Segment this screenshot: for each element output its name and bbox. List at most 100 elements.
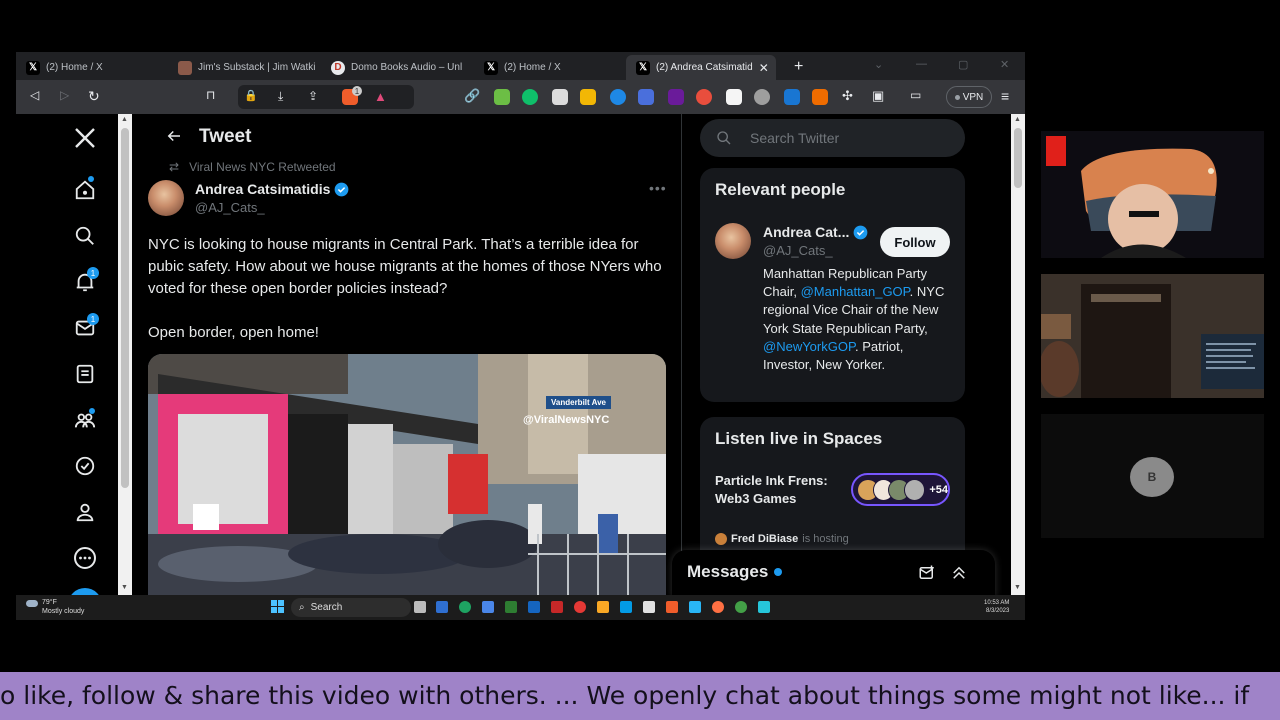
address-bar[interactable]: 🔒 ⤓ ⇪ 1 ▲ — [238, 85, 414, 109]
search-icon[interactable] — [71, 222, 99, 250]
messages-drawer[interactable]: Messages — [672, 550, 995, 595]
scroll-up-arrow[interactable]: ▲ — [1014, 116, 1021, 123]
windows-start-icon[interactable] — [271, 600, 284, 613]
extension-7-icon[interactable] — [668, 89, 684, 105]
extension-12-icon[interactable] — [812, 89, 828, 105]
extension-8-icon[interactable] — [696, 89, 712, 105]
reload-icon[interactable]: ↻ — [88, 88, 100, 105]
new-message-icon[interactable] — [918, 564, 936, 587]
author-name: Andrea Catsimatidis — [195, 181, 331, 197]
compose-tweet-button[interactable] — [68, 588, 102, 595]
brave-rewards-icon[interactable]: ▲ — [374, 89, 387, 104]
right-scrollbar[interactable]: ▲ ▼ — [1011, 114, 1025, 595]
app-icon[interactable] — [712, 601, 724, 613]
file-explorer-icon[interactable] — [597, 601, 609, 613]
store-icon[interactable] — [482, 601, 494, 613]
communities-icon[interactable] — [71, 406, 99, 434]
tab-home-x-2[interactable]: 𝕏 (2) Home / X — [474, 55, 624, 80]
messages-envelope-icon[interactable]: 1 — [71, 313, 99, 342]
app-icon[interactable] — [643, 601, 655, 613]
system-clock[interactable]: 10:53 AM 8/3/2023 — [984, 599, 1009, 615]
author-avatar[interactable] — [148, 180, 184, 216]
retweet-context[interactable]: ⇄ Viral News NYC Retweeted — [169, 160, 336, 174]
right-scroll-thumb[interactable] — [1014, 128, 1022, 188]
bio-link-manhattan-gop[interactable]: @Manhattan_GOP — [801, 284, 910, 299]
app-icon[interactable] — [758, 601, 770, 613]
x-logo-icon[interactable] — [71, 124, 99, 152]
relevant-name-row[interactable]: Andrea Cat... — [763, 224, 868, 240]
verified-icon[interactable] — [71, 452, 99, 480]
app-icon[interactable] — [574, 601, 586, 613]
link-extension-icon[interactable]: 🔗 — [464, 88, 480, 104]
scroll-down-arrow[interactable]: ▼ — [1014, 584, 1021, 591]
app-icon[interactable] — [528, 601, 540, 613]
tweet-more-icon[interactable]: ••• — [649, 180, 667, 196]
new-tab-icon[interactable]: + — [794, 58, 803, 76]
sidebar-toggle-icon[interactable]: ▣ — [872, 88, 884, 104]
menu-icon[interactable]: ≡ — [1001, 88, 1009, 104]
close-window-icon[interactable]: ✕ — [1000, 58, 1009, 71]
app-icon[interactable] — [505, 601, 517, 613]
extension-4-icon[interactable] — [580, 89, 596, 105]
notifications-bell-icon[interactable]: 1 — [71, 267, 99, 296]
browser-window: 𝕏 (2) Home / X Jim's Substack | Jim Watk… — [16, 52, 1025, 620]
tab-substack[interactable]: Jim's Substack | Jim Watki — [168, 55, 318, 80]
extension-10-icon[interactable] — [754, 89, 770, 105]
author-name-row[interactable]: Andrea Catsimatidis — [195, 181, 349, 197]
browser-toolbar: ◁ ▷ ↻ ⊓ 🔒 ⤓ ⇪ 1 ▲ 🔗 ✣ ▣ ▭ VPN ≡ — [16, 80, 1025, 114]
tab-andrea-catsimatidis[interactable]: 𝕏 (2) Andrea Catsimatid ✕ — [626, 55, 776, 80]
extension-6-icon[interactable] — [638, 89, 654, 105]
app-icon[interactable] — [735, 601, 747, 613]
back-arrow-icon[interactable] — [165, 127, 183, 150]
vpn-button[interactable]: VPN — [946, 86, 992, 108]
relevant-handle[interactable]: @AJ_Cats_ — [763, 243, 833, 258]
bookmark-icon[interactable]: ⊓ — [206, 88, 215, 102]
space-name[interactable]: Particle Ink Frens: Web3 Games — [715, 472, 840, 508]
clock-time: 10:53 AM — [984, 600, 1010, 606]
app-icon[interactable] — [689, 601, 701, 613]
tab-domo-books[interactable]: D Domo Books Audio – Unl — [321, 55, 471, 80]
app-icon[interactable] — [551, 601, 563, 613]
weather-widget[interactable]: 79°F Mostly cloudy — [26, 598, 84, 616]
windows-taskbar: 79°F Mostly cloudy ⌕ Search 10:53 AM 8/3… — [16, 595, 1025, 620]
extension-9-icon[interactable] — [726, 89, 742, 105]
forward-icon[interactable]: ▷ — [60, 88, 69, 102]
share-icon[interactable]: ⇪ — [308, 89, 318, 103]
wallet-icon[interactable]: ▭ — [910, 88, 921, 102]
scroll-down-arrow[interactable]: ▼ — [121, 584, 128, 591]
maximize-icon[interactable]: ▢ — [958, 58, 968, 71]
more-options-icon[interactable] — [71, 544, 99, 572]
extension-3-icon[interactable] — [552, 89, 568, 105]
tab-home-x-1[interactable]: 𝕏 (2) Home / X — [16, 55, 166, 80]
space-listeners-pill[interactable]: +54 — [851, 473, 950, 506]
left-scroll-thumb[interactable] — [121, 128, 129, 488]
profile-icon[interactable] — [71, 498, 99, 526]
scroll-up-arrow[interactable]: ▲ — [121, 116, 128, 123]
follow-button[interactable]: Follow — [880, 227, 950, 257]
left-scrollbar[interactable]: ▲ ▼ — [118, 114, 132, 595]
extension-11-icon[interactable] — [784, 89, 800, 105]
extension-1-icon[interactable] — [494, 89, 510, 105]
minimize-icon[interactable]: — — [916, 58, 927, 70]
bio-link-newyorkgop[interactable]: @NewYorkGOP — [763, 339, 855, 354]
edge-icon[interactable] — [459, 601, 471, 613]
back-icon[interactable]: ◁ — [30, 88, 39, 102]
app-icon[interactable] — [436, 601, 448, 613]
extension-5-icon[interactable] — [610, 89, 626, 105]
lists-icon[interactable] — [71, 360, 99, 388]
brave-icon[interactable] — [666, 601, 678, 613]
grammarly-icon[interactable] — [522, 89, 538, 105]
taskbar-search[interactable]: ⌕ Search — [291, 598, 411, 617]
author-handle[interactable]: @AJ_Cats_ — [195, 200, 265, 215]
relevant-avatar[interactable] — [715, 223, 751, 259]
download-icon[interactable]: ⤓ — [278, 89, 283, 104]
search-twitter-input[interactable]: Search Twitter — [700, 119, 965, 157]
task-view-icon[interactable] — [414, 601, 426, 613]
close-tab-icon[interactable]: ✕ — [759, 61, 769, 75]
tab-search-icon[interactable]: ⌄ — [874, 58, 883, 71]
app-icon[interactable] — [620, 601, 632, 613]
home-icon[interactable] — [71, 176, 99, 204]
tweet-photo[interactable]: Vanderbilt Ave @ViralNewsNYC — [148, 354, 666, 595]
puzzle-extensions-icon[interactable]: ✣ — [842, 88, 853, 104]
expand-chevrons-icon[interactable] — [950, 564, 968, 587]
